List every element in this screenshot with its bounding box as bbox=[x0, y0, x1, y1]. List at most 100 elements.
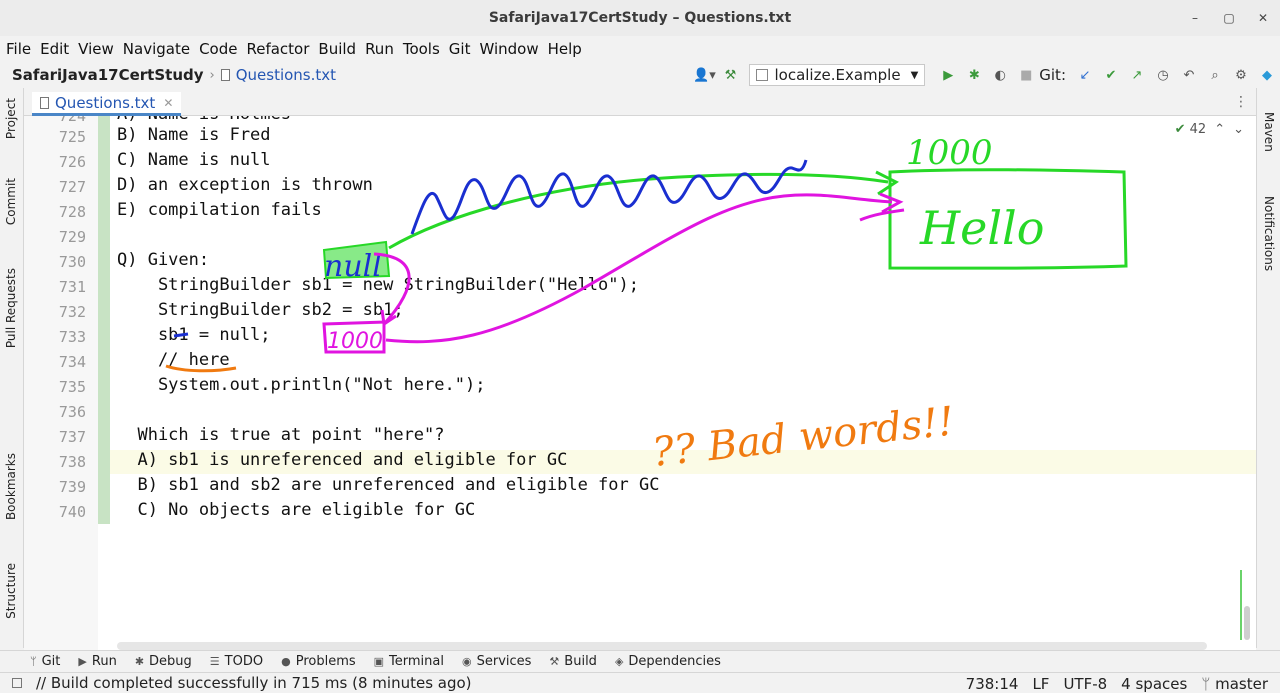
inspection-widget[interactable]: ✔ 42 ⌃ ⌄ bbox=[1175, 122, 1244, 137]
more-vertical-icon[interactable]: ⋮ bbox=[1234, 94, 1248, 110]
toolwin-label: TODO bbox=[224, 654, 264, 669]
heap-object-box bbox=[888, 168, 1128, 270]
code-line: A) Name is Holmes bbox=[117, 116, 291, 124]
config-icon bbox=[756, 69, 769, 81]
menu-git[interactable]: Git bbox=[449, 40, 471, 58]
chevron-down-icon[interactable]: ⌄ bbox=[1233, 122, 1244, 137]
navigation-bar: SafariJava17CertStudy › Questions.txt 👤▾… bbox=[0, 62, 1280, 88]
file-encoding[interactable]: UTF-8 bbox=[1063, 675, 1107, 693]
stop-icon[interactable]: ■ bbox=[1013, 68, 1039, 83]
toolwin-debug[interactable]: ✱ Debug bbox=[135, 654, 192, 669]
magenta-tick bbox=[859, 208, 905, 222]
chevron-down-icon: ▼ bbox=[910, 69, 919, 81]
menu-navigate[interactable]: Navigate bbox=[123, 40, 190, 58]
toolwin-label: Git bbox=[41, 654, 61, 669]
toolwin-git[interactable]: ᛘ Git bbox=[30, 654, 60, 669]
check-icon: ✔ bbox=[1174, 122, 1186, 137]
run-icon[interactable]: ▶ bbox=[935, 68, 961, 83]
menu-bar: File Edit View Navigate Code Refactor Bu… bbox=[0, 36, 1280, 62]
tool-project[interactable]: Project bbox=[4, 98, 18, 139]
toggle-tool-windows-icon[interactable] bbox=[12, 678, 22, 688]
breadcrumb-file[interactable]: Questions.txt bbox=[220, 66, 336, 84]
code-line: System.out.println("Not here."); bbox=[117, 375, 486, 395]
toolwin-run[interactable]: ▶ Run bbox=[78, 654, 116, 669]
user-icon[interactable]: 👤▾ bbox=[691, 68, 717, 83]
menu-run[interactable]: Run bbox=[365, 40, 394, 58]
line-number: 731 bbox=[58, 278, 86, 296]
terminal-icon: ▣ bbox=[373, 655, 385, 668]
menu-help[interactable]: Help bbox=[548, 40, 582, 58]
search-icon[interactable]: ⌕ bbox=[1202, 68, 1228, 83]
breadcrumb-project[interactable]: SafariJava17CertStudy bbox=[12, 66, 204, 84]
debug-icon[interactable]: ✱ bbox=[961, 68, 987, 83]
toolwin-todo[interactable]: ☰ TODO bbox=[210, 654, 263, 669]
tab-questions-txt[interactable]: Questions.txt ✕ bbox=[32, 92, 182, 116]
hammer-icon[interactable]: ⚒ bbox=[717, 68, 743, 83]
status-widgets: 738:14 LF UTF-8 4 spaces ᛘ master bbox=[966, 673, 1268, 693]
menu-view[interactable]: View bbox=[78, 40, 114, 58]
text-file-icon bbox=[220, 69, 230, 81]
status-bar: // Build completed successfully in 715 m… bbox=[0, 672, 1280, 693]
menu-file[interactable]: File bbox=[6, 40, 31, 58]
horizontal-scrollbar[interactable] bbox=[117, 642, 1207, 650]
tab-label: Questions.txt bbox=[55, 93, 156, 112]
magenta-arrowhead bbox=[879, 192, 904, 214]
toolwin-problems[interactable]: ● Problems bbox=[281, 654, 356, 669]
coverage-icon[interactable]: ◐ bbox=[987, 68, 1013, 83]
git-update-icon[interactable]: ↙ bbox=[1072, 68, 1098, 83]
line-number: 726 bbox=[58, 153, 86, 171]
rollback-icon[interactable]: ↶ bbox=[1176, 68, 1202, 83]
tool-structure[interactable]: Structure bbox=[4, 563, 18, 619]
todo-icon: ☰ bbox=[209, 655, 220, 668]
menu-window[interactable]: Window bbox=[479, 40, 538, 58]
tool-bookmarks[interactable]: Bookmarks bbox=[4, 453, 18, 520]
code-line: C) No objects are eligible for GC bbox=[117, 500, 476, 520]
change-indicator-strip bbox=[1240, 570, 1242, 640]
toolwin-dependencies[interactable]: ◈ Dependencies bbox=[615, 654, 721, 669]
toolwin-services[interactable]: ◉ Services bbox=[462, 654, 531, 669]
line-separator[interactable]: LF bbox=[1032, 675, 1049, 693]
indent-setting[interactable]: 4 spaces bbox=[1121, 675, 1187, 693]
git-commit-icon[interactable]: ✔ bbox=[1098, 68, 1124, 83]
toolwin-terminal[interactable]: ▣ Terminal bbox=[374, 654, 444, 669]
ide-logo-icon[interactable]: ◆ bbox=[1254, 68, 1280, 83]
history-icon[interactable]: ◷ bbox=[1150, 68, 1176, 83]
line-number: 725 bbox=[58, 128, 86, 146]
close-icon[interactable]: ✕ bbox=[163, 96, 173, 110]
toolwin-label: Debug bbox=[149, 654, 192, 669]
box-content-text: Hello bbox=[919, 201, 1044, 255]
toolwin-build[interactable]: ⚒ Build bbox=[549, 654, 597, 669]
git-branch[interactable]: ᛘ master bbox=[1201, 675, 1268, 693]
code-line: // here bbox=[117, 350, 230, 370]
breadcrumb-separator: › bbox=[209, 67, 215, 83]
line-number: 733 bbox=[58, 328, 86, 346]
tool-pull-requests[interactable]: Pull Requests bbox=[4, 268, 18, 348]
code-editor[interactable]: 724 725 726 727 728 729 730 731 732 733 … bbox=[24, 116, 1256, 650]
vcs-change-marker[interactable] bbox=[98, 116, 110, 524]
right-tool-strip: Maven Notifications bbox=[1256, 88, 1280, 648]
box-address-text: 1000 bbox=[906, 133, 993, 173]
caret-position[interactable]: 738:14 bbox=[966, 675, 1019, 693]
close-window-button[interactable]: ✕ bbox=[1246, 11, 1280, 25]
menu-refactor[interactable]: Refactor bbox=[246, 40, 309, 58]
tool-maven[interactable]: Maven bbox=[1262, 112, 1276, 152]
run-configuration-select[interactable]: localize.Example ▼ bbox=[749, 64, 926, 86]
toolwin-label: Terminal bbox=[389, 654, 444, 669]
line-number: 734 bbox=[58, 353, 86, 371]
menu-build[interactable]: Build bbox=[318, 40, 356, 58]
tool-notifications[interactable]: Notifications bbox=[1262, 196, 1276, 271]
line-number: 724 bbox=[58, 116, 86, 125]
status-message[interactable]: // Build completed successfully in 715 m… bbox=[36, 674, 472, 692]
menu-edit[interactable]: Edit bbox=[40, 40, 69, 58]
git-push-icon[interactable]: ↗ bbox=[1124, 68, 1150, 83]
maximize-button[interactable]: ▢ bbox=[1212, 11, 1246, 25]
menu-tools[interactable]: Tools bbox=[403, 40, 440, 58]
line-number: 732 bbox=[58, 303, 86, 321]
git-branch-label: master bbox=[1215, 674, 1268, 693]
tool-commit[interactable]: Commit bbox=[4, 178, 18, 225]
vertical-scrollbar[interactable] bbox=[1244, 606, 1250, 640]
minimize-button[interactable]: – bbox=[1178, 11, 1212, 25]
menu-code[interactable]: Code bbox=[199, 40, 237, 58]
chevron-up-icon[interactable]: ⌃ bbox=[1214, 122, 1225, 137]
gear-icon[interactable]: ⚙ bbox=[1228, 68, 1254, 83]
